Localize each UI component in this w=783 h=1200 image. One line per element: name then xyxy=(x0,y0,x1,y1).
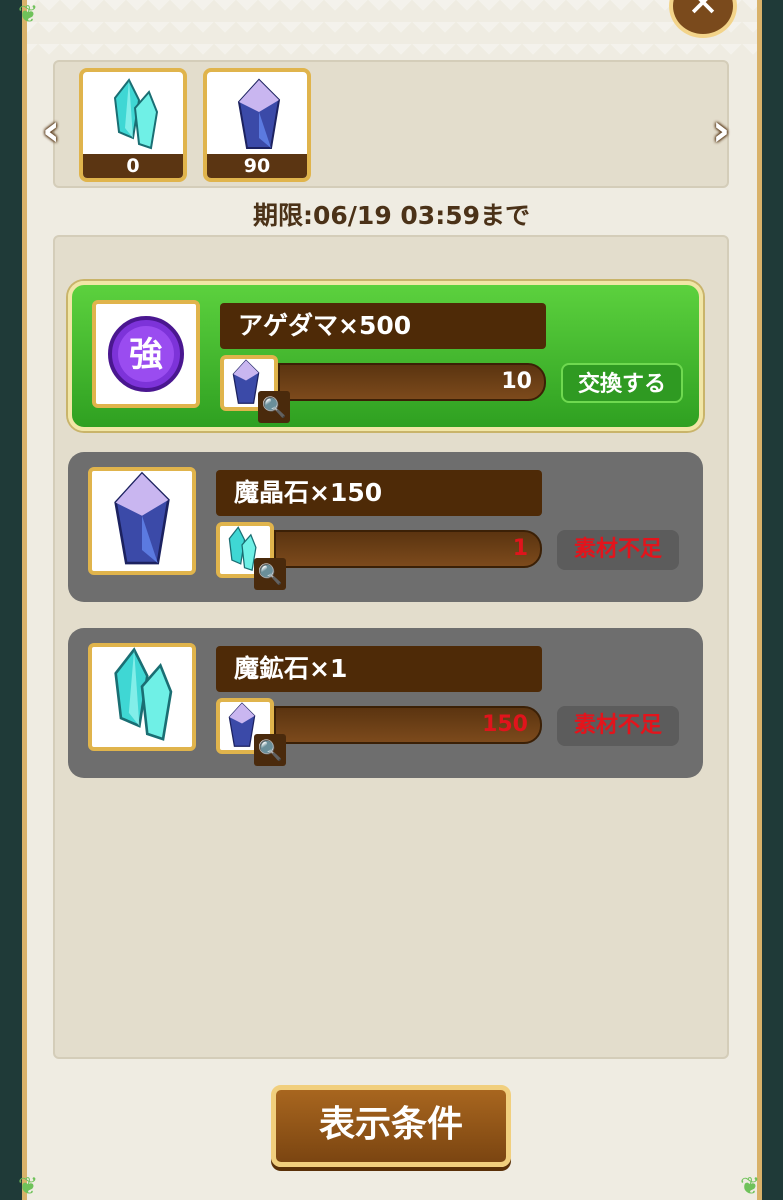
prev-arrow-icon[interactable]: ‹ xyxy=(42,105,60,156)
strengthen-orb-icon: 強 xyxy=(108,316,184,392)
exchange-card[interactable]: 魔晶石×150 1 🔍 素材不足 xyxy=(68,452,703,602)
purple-crystal-icon xyxy=(114,471,170,565)
magnify-icon[interactable]: 🔍 xyxy=(254,558,286,590)
material-slot-purple[interactable]: 90 xyxy=(203,68,311,182)
exchange-button[interactable]: 交換する xyxy=(561,363,683,403)
leaf-ornament-icon: ❦ xyxy=(740,1172,761,1200)
reward-icon-slot xyxy=(88,467,196,575)
magnify-icon[interactable]: 🔍 xyxy=(258,391,290,423)
next-arrow-icon[interactable]: › xyxy=(712,105,730,156)
leaf-ornament-icon: ❦ xyxy=(18,1172,39,1200)
magnify-icon[interactable]: 🔍 xyxy=(254,734,286,766)
cost-value: 1 xyxy=(274,530,542,568)
cost-value: 150 xyxy=(274,706,542,744)
exchange-title: 魔鉱石×1 xyxy=(216,646,542,692)
deadline-text: 期限:06/19 03:59まで xyxy=(253,201,530,230)
display-conditions-button[interactable]: 表示条件 xyxy=(271,1085,511,1167)
insufficient-label: 素材不足 xyxy=(557,706,679,746)
cyan-crystal-icon xyxy=(114,647,173,741)
reward-icon-slot: 強 xyxy=(92,300,200,408)
exchange-title: 魔晶石×150 xyxy=(216,470,542,516)
cost-value: 10 xyxy=(278,363,546,401)
material-count: 0 xyxy=(83,154,183,178)
orb-label: 強 xyxy=(129,335,163,375)
leaf-ornament-icon: ❦ xyxy=(18,0,39,28)
exchange-title: アゲダマ×500 xyxy=(220,303,546,349)
material-slot-cyan[interactable]: 0 xyxy=(79,68,187,182)
close-button[interactable]: ✕ xyxy=(669,0,737,38)
reward-icon-slot xyxy=(88,643,196,751)
material-count: 90 xyxy=(207,154,307,178)
exchange-card[interactable]: 魔鉱石×1 150 🔍 素材不足 xyxy=(68,628,703,778)
exchange-card[interactable]: 強 アゲダマ×500 10 🔍 交換する xyxy=(68,281,703,431)
cyan-crystal-icon xyxy=(113,78,159,150)
purple-crystal-icon xyxy=(237,78,281,149)
insufficient-label: 素材不足 xyxy=(557,530,679,570)
